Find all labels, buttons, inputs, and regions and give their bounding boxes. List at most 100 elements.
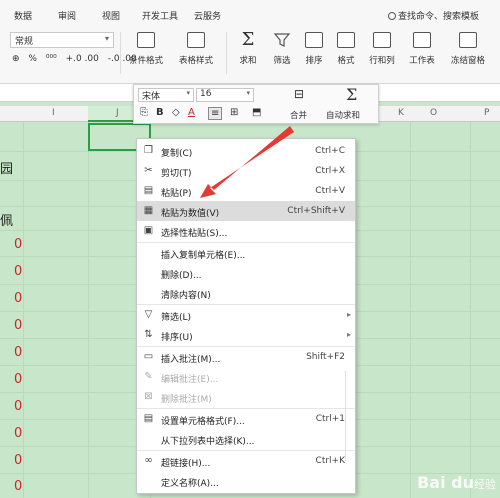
cell-value: 0 <box>14 318 23 333</box>
menu-item-label: 删除批注(M) <box>161 395 212 405</box>
filter-button[interactable]: 筛选 <box>266 32 298 66</box>
menu-item[interactable]: ▭ 插入批注(M)... Shift+F2 <box>137 347 355 367</box>
menu-item[interactable]: ✂ 剪切(T) Ctrl+X <box>137 161 355 181</box>
column-header-o[interactable]: O <box>430 108 437 118</box>
column-header-k[interactable]: K <box>398 108 404 118</box>
menu-item[interactable]: 从下拉列表中选择(K)... <box>137 429 355 449</box>
menu-item-shortcut: Ctrl+C <box>315 146 345 156</box>
merge-icon[interactable]: ⊟ <box>294 87 304 101</box>
tab-review[interactable]: 审阅 <box>58 9 76 22</box>
fill-color-icon[interactable]: ◇ <box>172 107 180 118</box>
table-style-button[interactable]: 表格样式 <box>174 32 218 66</box>
menu-item[interactable]: ▽ 筛选(L) ▸ <box>137 305 355 325</box>
merge-label[interactable]: 合并 <box>290 109 307 121</box>
font-name-select[interactable]: 宋体 ▾ <box>138 88 194 102</box>
grid-line <box>88 122 89 498</box>
menu-item-shortcut: Shift+F2 <box>306 352 345 362</box>
thousands-icon[interactable]: ⁰⁰⁰ <box>46 54 57 64</box>
menu-item[interactable]: ⇅ 排序(U) ▸ <box>137 325 355 345</box>
format-label: 格式 <box>337 56 355 66</box>
tab-developer[interactable]: 开发工具 <box>142 9 178 22</box>
font-size-value: 16 <box>200 89 212 99</box>
freeze-panes-icon <box>459 32 477 48</box>
watermark-brand: Bai du <box>417 473 474 492</box>
menu-item[interactable]: 定义名称(A)... <box>137 471 355 491</box>
delete-comment-icon: ⊠ <box>144 391 153 402</box>
font-color-icon[interactable]: A <box>188 107 195 118</box>
watermark: Bai du经验 <box>417 473 496 492</box>
format-cells-icon: ▤ <box>143 413 154 424</box>
command-row: 常规 ▾ ⊕ % ⁰⁰⁰ +.0 .00 -.0 .00 条件格式 表格样式 Σ… <box>0 28 500 78</box>
menu-item[interactable]: ▦ 粘贴为数值(V) Ctrl+Shift+V <box>137 201 355 221</box>
sigma-icon[interactable]: Σ <box>346 85 357 104</box>
menu-item: ✎ 编辑批注(E)... <box>137 367 355 387</box>
menu-item-label: 插入复制单元格(E)... <box>161 251 246 261</box>
chevron-down-icon: ▾ <box>104 34 109 43</box>
tab-data[interactable]: 数据 <box>14 9 32 22</box>
grid-line <box>470 122 471 498</box>
paste-values-icon: ▦ <box>143 205 154 216</box>
font-size-select[interactable]: 16 ▾ <box>196 88 254 102</box>
sort-label: 排序 <box>305 56 323 66</box>
freeze-panes-button[interactable]: 冻结窗格 <box>444 32 492 66</box>
context-menu: ❐ 复制(C) Ctrl+C ✂ 剪切(T) Ctrl+X ▤ 粘贴(P) Ctrl+V ▦ 粘贴为… <box>136 138 356 494</box>
menu-item-label: 排序(U) <box>161 333 193 343</box>
cell-value: 0 <box>14 237 23 252</box>
menu-item-label: 插入批注(M)... <box>161 355 221 365</box>
percent-icon[interactable]: % <box>28 54 37 64</box>
border-icon[interactable]: ⊞ <box>230 107 238 118</box>
sort-button[interactable]: 排序 <box>298 32 330 66</box>
sum-label: 求和 <box>239 56 257 66</box>
worksheet-button[interactable]: 工作表 <box>404 32 440 66</box>
ribbon-tabs: 数据 审阅 视图 开发工具 云服务 查找命令、搜索模板 <box>0 0 500 26</box>
format-button[interactable]: 格式 <box>330 32 362 66</box>
search-box[interactable]: 查找命令、搜索模板 <box>388 9 479 22</box>
search-icon <box>388 12 396 20</box>
column-header-i[interactable]: I <box>52 108 55 118</box>
format-painter-icon[interactable]: ⎘ <box>140 107 148 118</box>
conditional-format-label: 条件格式 <box>128 56 163 66</box>
table-style-icon <box>187 32 205 48</box>
rows-columns-button[interactable]: 行和列 <box>364 32 400 66</box>
menu-item[interactable]: 删除(D)... <box>137 263 355 283</box>
format-icon <box>337 32 355 48</box>
sum-button[interactable]: Σ 求和 <box>232 31 264 67</box>
cell-value: 0 <box>14 345 23 360</box>
divider <box>120 32 121 74</box>
bold-icon[interactable]: B <box>156 107 164 118</box>
tab-cloud[interactable]: 云服务 <box>194 9 221 22</box>
worksheet-icon <box>413 32 431 48</box>
menu-item-shortcut: Ctrl+Shift+V <box>287 206 345 216</box>
table-style-label: 表格样式 <box>178 56 213 66</box>
currency-icon[interactable]: ⊕ <box>12 54 20 64</box>
menu-item[interactable]: ▤ 粘贴(P) Ctrl+V <box>137 181 355 201</box>
cell-value: 0 <box>14 426 23 441</box>
cut-icon: ✂ <box>144 165 153 176</box>
number-format-value: 常规 <box>15 37 34 47</box>
menu-item-label: 粘贴(P) <box>161 189 192 199</box>
cell-value: 0 <box>14 399 23 414</box>
insert-icon[interactable]: ⬒ <box>252 107 261 118</box>
menu-item[interactable]: ▣ 选择性粘贴(S)... <box>137 221 355 241</box>
number-format-select[interactable]: 常规 ▾ <box>10 32 114 48</box>
menu-item: ⊠ 删除批注(M) <box>137 387 355 407</box>
menu-item[interactable]: 插入复制单元格(E)... <box>137 243 355 263</box>
align-icon[interactable]: ≡ <box>208 107 223 120</box>
tab-view[interactable]: 视图 <box>102 9 120 22</box>
conditional-format-button[interactable]: 条件格式 <box>124 32 168 66</box>
menu-item[interactable]: ▤ 设置单元格格式(F)... Ctrl+1 <box>137 409 355 429</box>
menu-item[interactable]: ❐ 复制(C) Ctrl+C <box>137 141 355 161</box>
menu-item[interactable]: ∞ 超链接(H)... Ctrl+K <box>137 451 355 471</box>
search-label: 查找命令、搜索模板 <box>398 12 480 22</box>
menu-item-label: 编辑批注(E)... <box>161 375 219 385</box>
column-header-p[interactable]: P <box>484 108 489 118</box>
cell-value: 0 <box>14 453 23 468</box>
cell-text: 佩 <box>0 214 14 229</box>
menu-item[interactable]: 清除内容(N) <box>137 283 355 303</box>
column-header-j[interactable]: J <box>116 108 119 118</box>
cell-text: 园 <box>0 162 14 177</box>
increase-decimal-icon[interactable]: +.0 .00 <box>66 54 99 64</box>
sort-icon: ⇅ <box>144 329 153 340</box>
autosum-label[interactable]: 自动求和 <box>326 109 360 121</box>
grid-line <box>410 122 411 498</box>
